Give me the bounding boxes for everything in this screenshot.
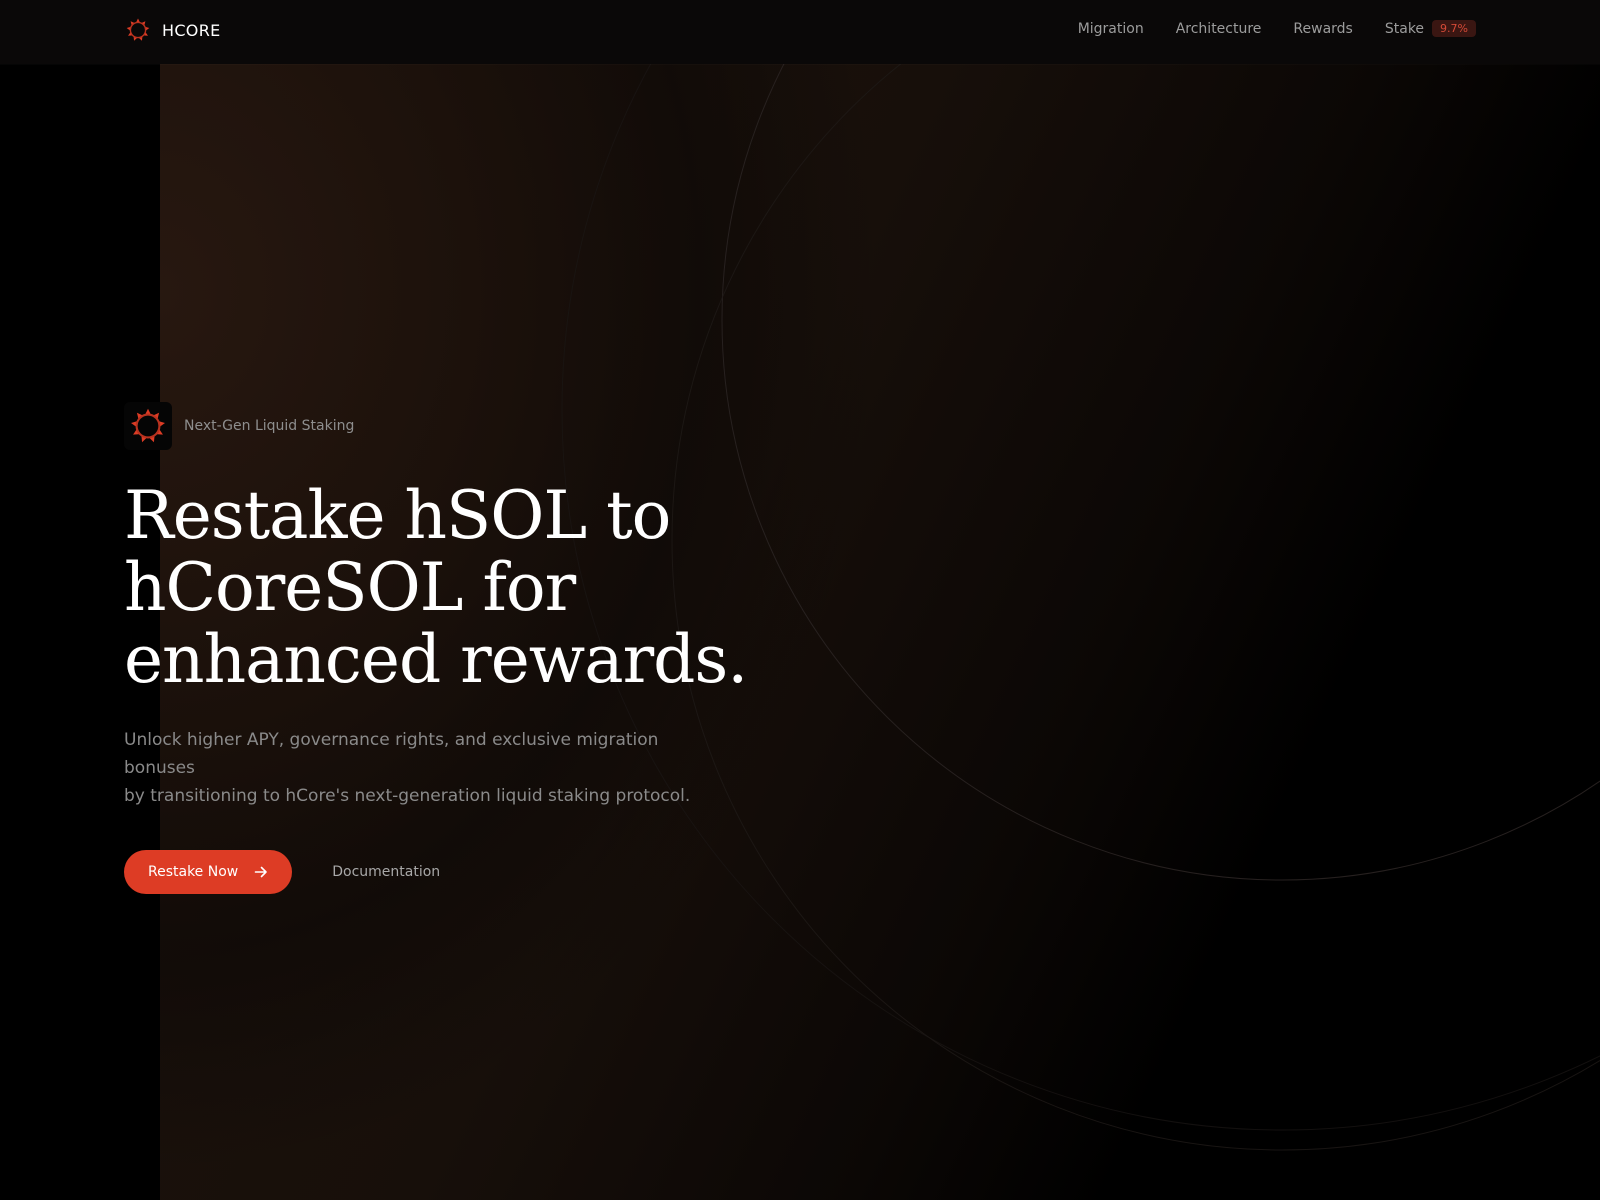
brand[interactable]: HCORE <box>126 18 221 42</box>
hero-section: Next-Gen Liquid Staking Restake hSOL to … <box>124 402 824 894</box>
brand-name: HCORE <box>162 20 221 40</box>
description-line: Unlock higher APY, governance rights, an… <box>124 730 659 778</box>
landing-page: HCORE Migration Architecture Rewards Sta… <box>0 0 1600 1200</box>
description-line: by transitioning to hCore's next-generat… <box>124 786 691 806</box>
arrow-right-icon <box>254 866 268 878</box>
top-navigation-bar: HCORE Migration Architecture Rewards Sta… <box>0 0 1600 64</box>
nav-link-rewards[interactable]: Rewards <box>1293 21 1352 37</box>
tagline-text: Next-Gen Liquid Staking <box>184 418 355 434</box>
documentation-link[interactable]: Documentation <box>332 864 440 880</box>
restake-now-label: Restake Now <box>148 864 239 880</box>
nav-link-architecture[interactable]: Architecture <box>1176 21 1262 37</box>
nav-link-stake[interactable]: Stake <box>1385 21 1424 37</box>
hero-description: Unlock higher APY, governance rights, an… <box>124 726 724 810</box>
nav-stake-group[interactable]: Stake 9.7% <box>1385 20 1476 37</box>
restake-now-button[interactable]: Restake Now <box>124 850 293 894</box>
hero-headline: Restake hSOL to hCoreSOL for enhanced re… <box>124 480 824 696</box>
nav-link-migration[interactable]: Migration <box>1078 21 1144 37</box>
hcore-logo-icon <box>126 18 150 41</box>
hcore-logo-icon <box>131 408 165 443</box>
main-nav: Migration Architecture Rewards Stake 9.7… <box>1078 20 1476 37</box>
hero-actions: Restake Now Documentation <box>124 850 824 894</box>
tagline-icon-box <box>124 402 172 450</box>
hero-tagline: Next-Gen Liquid Staking <box>124 402 824 450</box>
headline-line: hCoreSOL for <box>124 549 576 626</box>
headline-line: Restake hSOL to <box>124 477 671 554</box>
headline-line: enhanced rewards. <box>124 621 748 698</box>
stake-apy-badge: 9.7% <box>1432 20 1476 37</box>
